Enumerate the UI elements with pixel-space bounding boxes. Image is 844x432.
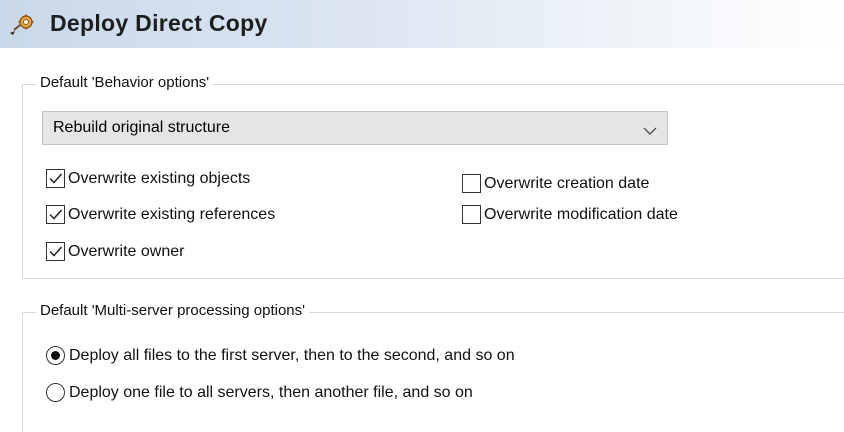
checkbox-label: Overwrite existing objects bbox=[68, 169, 251, 187]
multiserver-options-legend: Default 'Multi-server processing options… bbox=[36, 302, 310, 319]
deploy-one-file-all-servers-radio[interactable]: Deploy one file to all servers, then ano… bbox=[46, 383, 473, 402]
overwrite-existing-references-checkbox[interactable]: Overwrite existing references bbox=[46, 205, 275, 224]
overwrite-owner-checkbox[interactable]: Overwrite owner bbox=[46, 242, 184, 261]
overwrite-existing-objects-checkbox[interactable]: Overwrite existing objects bbox=[46, 169, 250, 188]
radio-selected-dot bbox=[51, 351, 60, 360]
checkbox-label: Overwrite owner bbox=[68, 242, 185, 260]
checkbox-label: Overwrite creation date bbox=[484, 174, 650, 192]
overwrite-creation-date-checkbox[interactable]: Overwrite creation date bbox=[462, 174, 649, 193]
page-title: Deploy Direct Copy bbox=[50, 10, 268, 36]
behavior-options-legend: Default 'Behavior options' bbox=[36, 74, 214, 91]
radio-circle[interactable] bbox=[46, 346, 65, 365]
overwrite-modification-date-checkbox[interactable]: Overwrite modification date bbox=[462, 205, 678, 224]
checkbox-box[interactable] bbox=[46, 242, 65, 261]
checkbox-box[interactable] bbox=[46, 205, 65, 224]
header-bar: Deploy Direct Copy bbox=[0, 0, 844, 48]
deploy-icon bbox=[8, 14, 42, 36]
radio-circle[interactable] bbox=[46, 383, 65, 402]
radio-label: Deploy one file to all servers, then ano… bbox=[69, 383, 473, 401]
checkbox-label: Overwrite existing references bbox=[68, 205, 276, 223]
dropdown-value: Rebuild original structure bbox=[53, 119, 230, 136]
radio-label: Deploy all files to the first server, th… bbox=[69, 346, 515, 364]
checkbox-box[interactable] bbox=[46, 169, 65, 188]
structure-dropdown[interactable]: Rebuild original structure bbox=[42, 111, 668, 145]
multiserver-options-group bbox=[22, 312, 844, 432]
checkbox-box[interactable] bbox=[462, 174, 481, 193]
checkbox-box[interactable] bbox=[462, 205, 481, 224]
checkbox-label: Overwrite modification date bbox=[484, 205, 678, 223]
chevron-down-icon bbox=[643, 123, 657, 135]
deploy-all-files-first-server-radio[interactable]: Deploy all files to the first server, th… bbox=[46, 346, 515, 365]
